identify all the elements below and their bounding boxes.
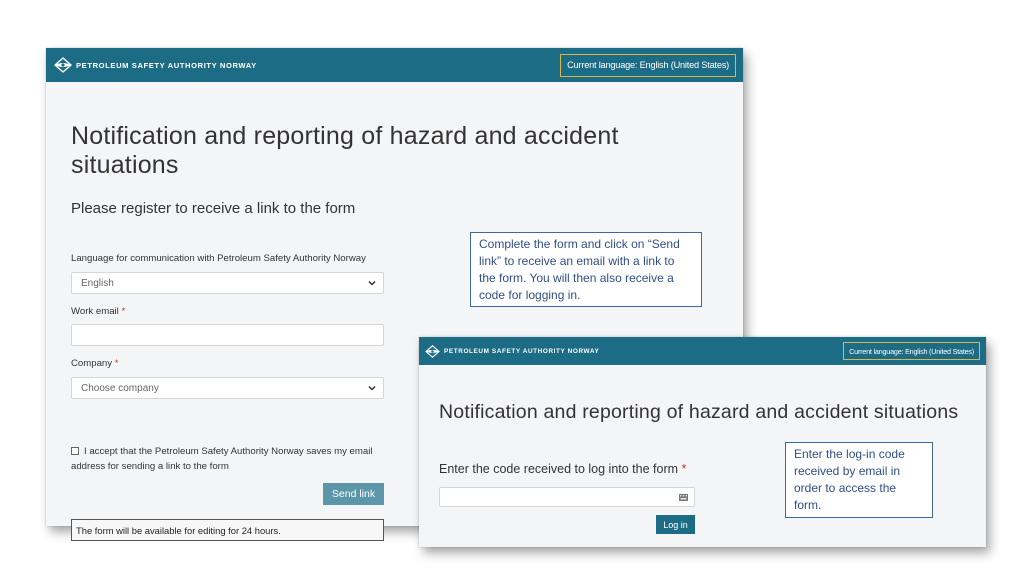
email-label: Work email * bbox=[71, 306, 125, 317]
chevron-down-icon bbox=[368, 280, 376, 286]
header-bar: PETROLEUM SAFETY AUTHORITY NORWAY Curren… bbox=[419, 337, 986, 365]
code-label: Enter the code received to log into the … bbox=[439, 462, 686, 476]
brand-name: PETROLEUM SAFETY AUTHORITY NORWAY bbox=[76, 60, 257, 70]
language-label: Language for communication with Petroleu… bbox=[71, 253, 366, 264]
chevron-down-icon bbox=[368, 385, 376, 391]
current-language-button[interactable]: Current language: English (United States… bbox=[843, 342, 980, 360]
company-select[interactable]: Choose company bbox=[71, 377, 384, 399]
brand-name: PETROLEUM SAFETY AUTHORITY NORWAY bbox=[444, 347, 600, 355]
registration-callout: Complete the form and click on “Send lin… bbox=[470, 232, 702, 307]
header-bar: PETROLEUM SAFETY AUTHORITY NORWAY Curren… bbox=[46, 48, 743, 82]
login-code-field[interactable] bbox=[439, 487, 695, 507]
page-title: Notification and reporting of hazard and… bbox=[439, 401, 959, 423]
brand[interactable]: PETROLEUM SAFETY AUTHORITY NORWAY bbox=[54, 57, 257, 73]
required-marker: * bbox=[114, 358, 119, 369]
language-select-value: English bbox=[81, 277, 114, 289]
log-in-button[interactable]: Log in bbox=[656, 515, 695, 534]
send-link-button[interactable]: Send link bbox=[323, 483, 384, 505]
required-marker: * bbox=[121, 306, 126, 317]
psa-logo-icon bbox=[425, 344, 440, 358]
work-email-field[interactable] bbox=[71, 324, 384, 346]
company-label-text: Company bbox=[71, 358, 113, 369]
availability-notice: The form will be available for editing f… bbox=[71, 519, 384, 541]
consent-row: I accept that the Petroleum Safety Autho… bbox=[71, 444, 391, 474]
page-title: Notification and reporting of hazard and… bbox=[71, 122, 619, 179]
form-subtitle: Please register to receive a link to the… bbox=[71, 200, 356, 217]
language-select[interactable]: English bbox=[71, 272, 384, 294]
company-select-placeholder: Choose company bbox=[81, 382, 159, 394]
psa-logo-icon bbox=[54, 57, 72, 73]
login-callout: Enter the log-in code received by email … bbox=[785, 442, 933, 518]
company-label: Company * bbox=[71, 358, 118, 369]
keyboard-icon bbox=[679, 494, 688, 501]
consent-text: I accept that the Petroleum Safety Autho… bbox=[71, 446, 373, 472]
brand[interactable]: PETROLEUM SAFETY AUTHORITY NORWAY bbox=[425, 344, 600, 358]
code-label-text: Enter the code received to log into the … bbox=[439, 462, 679, 476]
required-marker: * bbox=[681, 462, 687, 476]
email-label-text: Work email bbox=[71, 306, 119, 317]
current-language-button[interactable]: Current language: English (United States… bbox=[560, 53, 736, 77]
consent-checkbox[interactable] bbox=[71, 447, 79, 455]
